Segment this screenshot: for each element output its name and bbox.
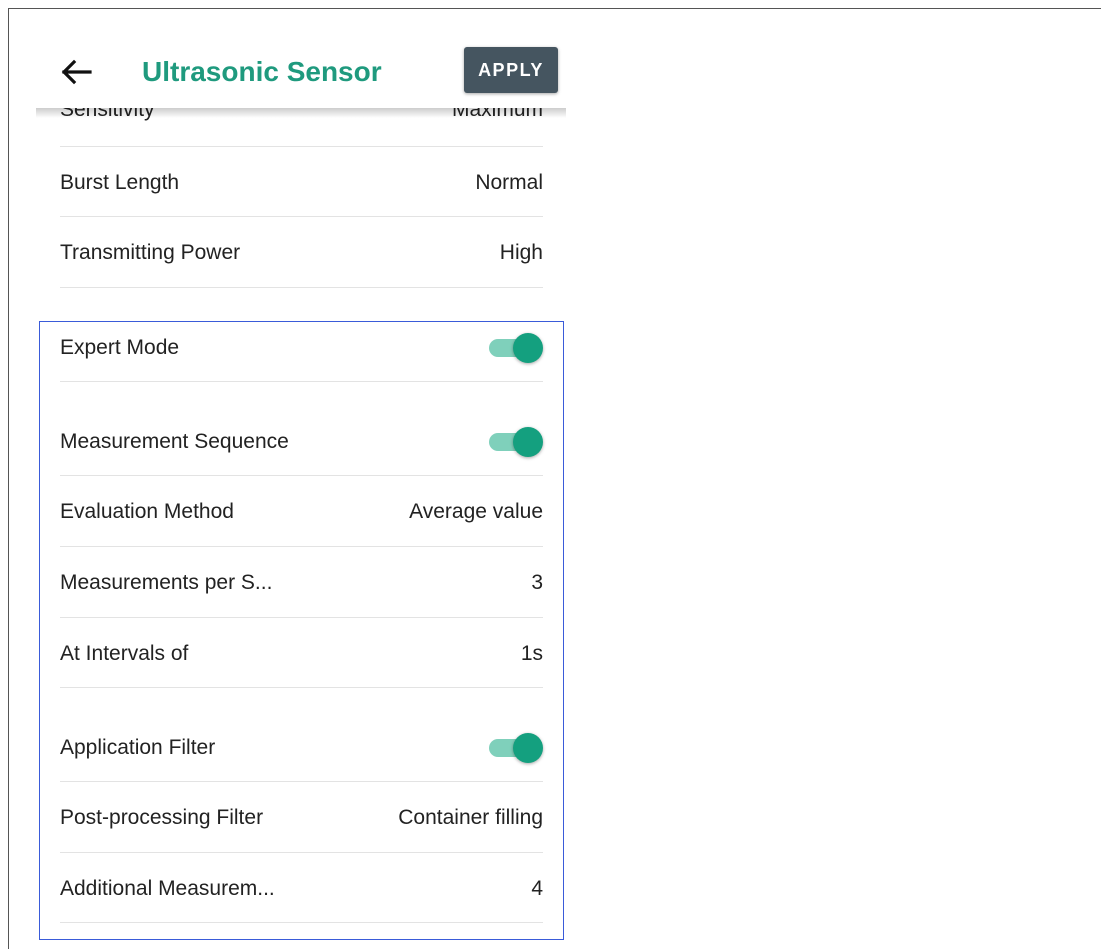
setting-label: Transmitting Power (60, 241, 241, 264)
setting-value: 4 (531, 877, 543, 900)
setting-row-at-intervals-of[interactable]: At Intervals of 1s (60, 618, 543, 688)
page-title: Ultrasonic Sensor (142, 56, 382, 87)
setting-row-evaluation-method[interactable]: Evaluation Method Average value (60, 476, 543, 547)
setting-value: Normal (475, 171, 543, 194)
setting-label: Measurement Sequence (60, 430, 289, 453)
header-shadow (36, 108, 566, 118)
setting-row-expert-mode[interactable]: Expert Mode (60, 288, 543, 382)
setting-row-application-filter[interactable]: Application Filter (60, 688, 543, 782)
setting-label: At Intervals of (60, 642, 189, 665)
setting-row-transmitting-power[interactable]: Transmitting Power High (60, 217, 543, 288)
apply-button[interactable]: APPLY (464, 47, 558, 93)
toggle-thumb (513, 333, 543, 363)
measurement-sequence-toggle[interactable] (489, 424, 543, 458)
setting-label: Additional Measurem... (60, 877, 275, 900)
setting-label: Measurements per S... (60, 571, 273, 594)
setting-row-additional-measurements[interactable]: Additional Measurem... 4 (60, 853, 543, 923)
setting-value: 1s (520, 642, 543, 665)
toggle-thumb (513, 733, 543, 763)
application-filter-toggle[interactable] (489, 730, 543, 764)
settings-list: Sensitivity Maximum Burst Length Normal … (36, 0, 566, 949)
setting-value: High (499, 241, 543, 264)
setting-value: Container filling (398, 806, 543, 829)
setting-label: Evaluation Method (60, 500, 234, 523)
setting-row-measurements-per-sequence[interactable]: Measurements per S... 3 (60, 547, 543, 618)
toggle-thumb (513, 427, 543, 457)
expert-mode-toggle[interactable] (489, 330, 543, 364)
setting-row-measurement-sequence[interactable]: Measurement Sequence (60, 382, 543, 476)
setting-label: Burst Length (60, 171, 180, 194)
app-header: Ultrasonic Sensor APPLY (36, 36, 566, 108)
setting-label: Post-processing Filter (60, 806, 264, 829)
setting-row-burst-length[interactable]: Burst Length Normal (60, 147, 543, 217)
setting-label: Expert Mode (60, 336, 180, 359)
setting-value: Average value (409, 500, 543, 523)
setting-value: 3 (531, 571, 543, 594)
back-arrow-icon[interactable] (56, 52, 96, 92)
setting-row-post-processing-filter[interactable]: Post-processing Filter Container filling (60, 782, 543, 853)
setting-label: Application Filter (60, 736, 216, 759)
